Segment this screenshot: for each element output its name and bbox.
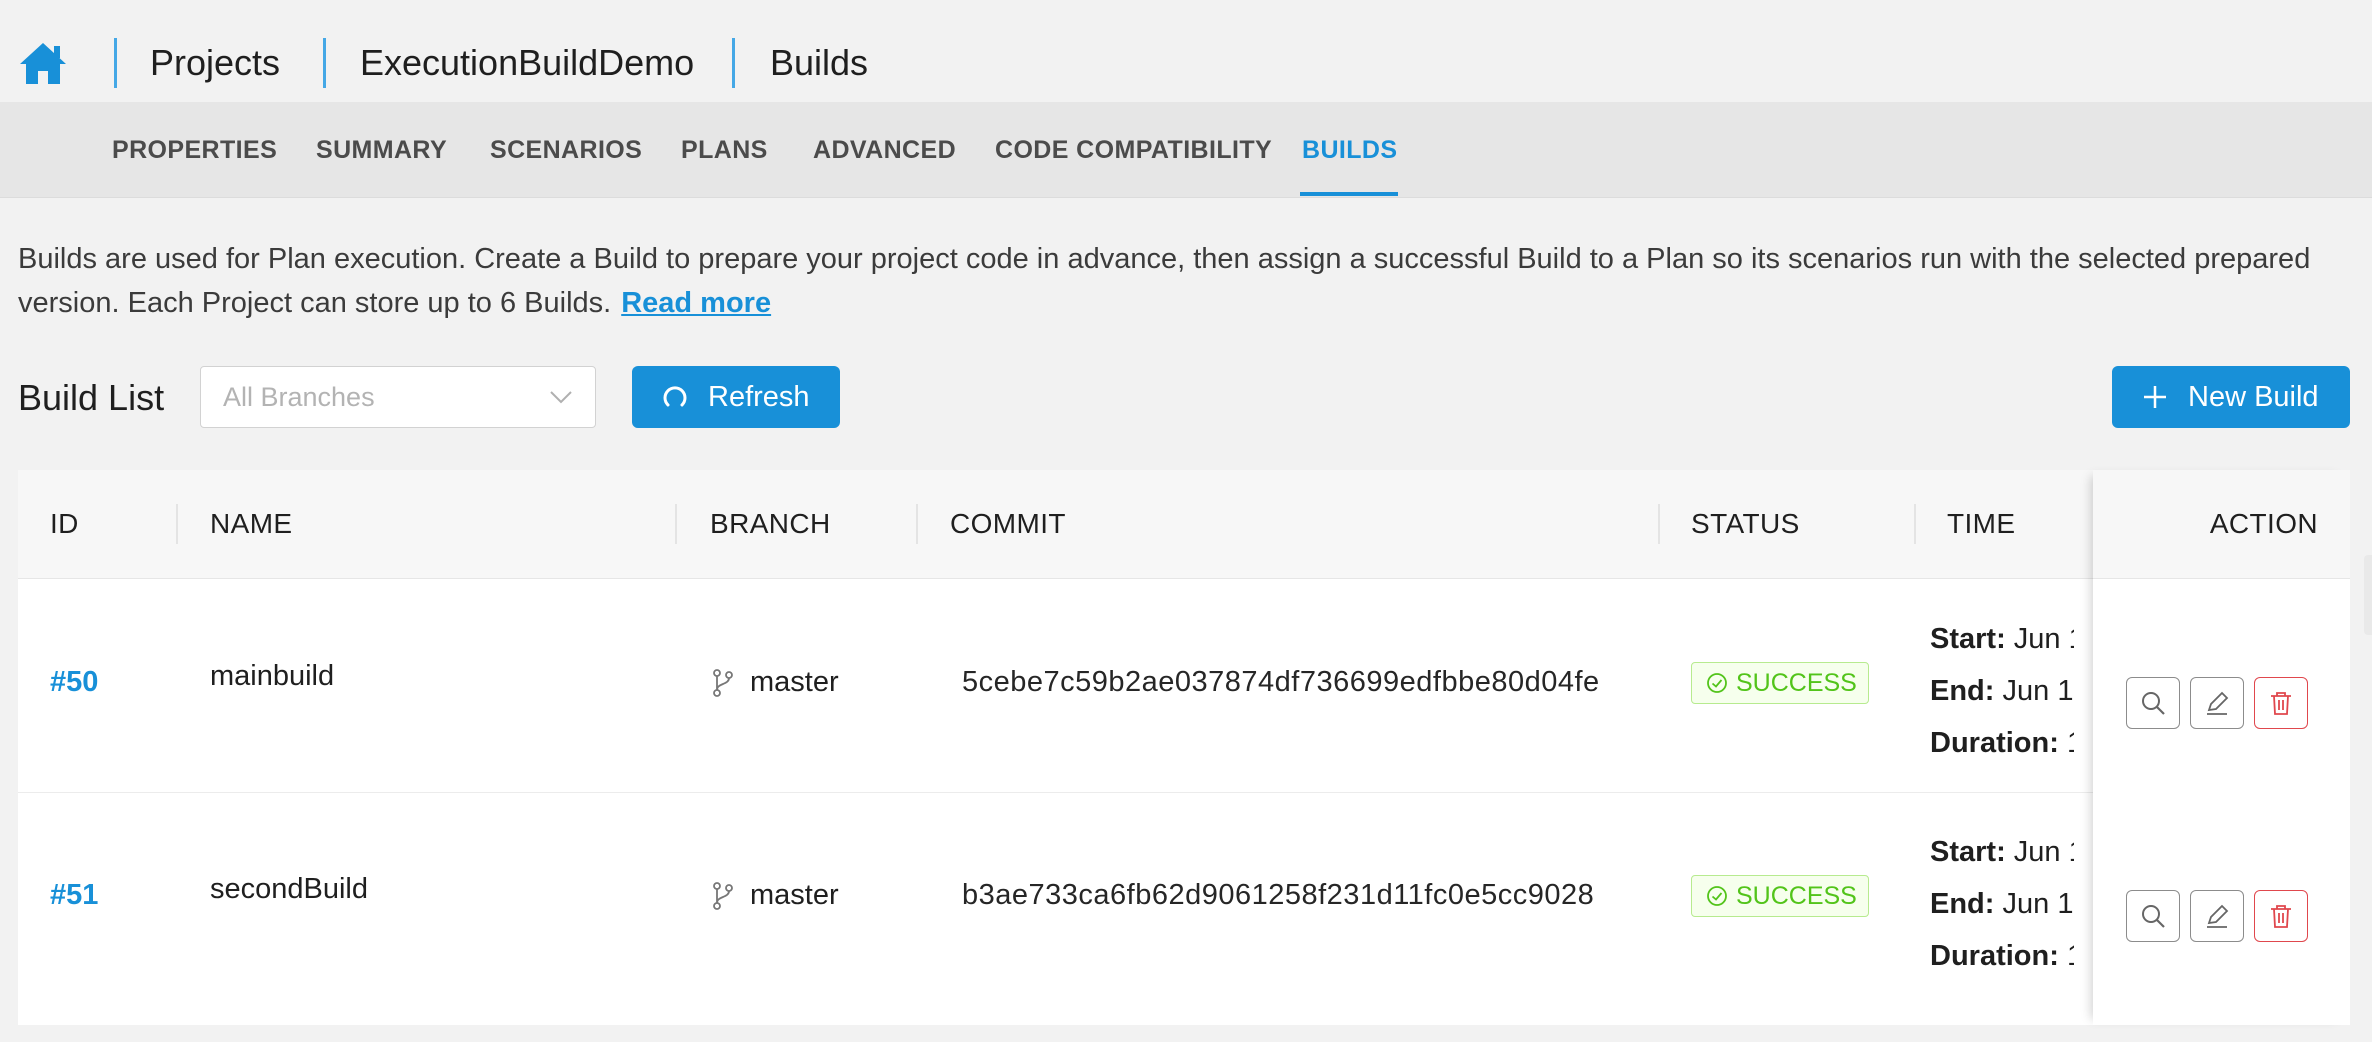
tab-summary[interactable]: SUMMARY xyxy=(316,102,447,197)
time-duration-label: Duration: xyxy=(1930,727,2059,759)
time-start-label: Start: xyxy=(1930,836,2006,868)
home-icon[interactable] xyxy=(18,40,68,86)
branch-filter-placeholder: All Branches xyxy=(223,382,375,412)
time-end-label: End: xyxy=(1930,888,1995,920)
edit-icon xyxy=(2207,904,2229,928)
breadcrumb-separator xyxy=(114,38,117,88)
view-build-button[interactable] xyxy=(2126,890,2180,942)
build-name: mainbuild xyxy=(210,660,335,692)
column-header-action-cell: ACTION xyxy=(2093,470,2350,579)
time-duration-label: Duration: xyxy=(1930,940,2059,972)
git-branch-icon xyxy=(713,669,733,697)
edit-icon xyxy=(2207,691,2229,715)
time-start-value: Jun 1 xyxy=(2013,623,2074,655)
time-duration-value: 1 xyxy=(2067,940,2074,972)
check-circle-icon xyxy=(1707,886,1727,906)
read-more-link[interactable]: Read more xyxy=(621,287,771,319)
column-divider xyxy=(916,504,918,544)
tab-bar: PROPERTIES SUMMARY SCENARIOS PLANS ADVAN… xyxy=(0,102,2372,198)
active-tab-indicator xyxy=(1300,192,1398,196)
table-header: ID NAME BRANCH COMMIT STATUS TIME xyxy=(18,470,2350,579)
action-column: ACTION xyxy=(2093,470,2350,1025)
trash-icon xyxy=(2271,692,2291,715)
delete-build-button[interactable] xyxy=(2254,890,2308,942)
scrollbar[interactable] xyxy=(2364,555,2372,635)
check-circle-icon xyxy=(1707,673,1727,693)
build-branch: master xyxy=(750,879,839,911)
edit-build-button[interactable] xyxy=(2190,890,2244,942)
tab-plans[interactable]: PLANS xyxy=(681,102,768,197)
breadcrumb: Projects ExecutionBuildDemo Builds xyxy=(0,0,2372,102)
column-header-time: TIME xyxy=(1947,508,2016,539)
build-time: Start: Jun 1 End: Jun 15 Duration: 1 xyxy=(1930,836,2074,976)
build-commit: 5cebe7c59b2ae037874df736699edfbbe80d04fe xyxy=(962,666,1600,698)
column-divider xyxy=(176,504,178,544)
table-row: #51 secondBuild master b3ae733ca6fb62d90… xyxy=(18,793,2350,1006)
builds-description: Builds are used for Plan execution. Crea… xyxy=(18,237,2348,325)
plus-icon xyxy=(2144,386,2166,408)
tab-advanced[interactable]: ADVANCED xyxy=(813,102,956,197)
git-branch-icon xyxy=(713,882,733,910)
tab-properties[interactable]: PROPERTIES xyxy=(112,102,277,197)
search-icon xyxy=(2142,692,2165,715)
search-icon xyxy=(2142,905,2165,928)
build-commit: b3ae733ca6fb62d9061258f231d11fc0e5cc9028 xyxy=(962,879,1595,911)
breadcrumb-project[interactable]: ExecutionBuildDemo xyxy=(360,40,694,86)
description-text: Builds are used for Plan execution. Crea… xyxy=(18,243,2311,319)
build-branch: master xyxy=(750,666,839,698)
breadcrumb-separator xyxy=(732,38,735,88)
build-table: ID NAME BRANCH COMMIT STATUS TIME #50 ma… xyxy=(18,470,2350,1025)
build-list-title: Build List xyxy=(18,377,165,418)
build-id-link[interactable]: #50 xyxy=(50,666,98,699)
column-header-commit: COMMIT xyxy=(950,508,1066,539)
time-end-value: Jun 15 xyxy=(2002,675,2075,707)
table-row: #50 mainbuild master 5cebe7c59b2ae037874… xyxy=(18,579,2350,793)
tab-builds[interactable]: BUILDS xyxy=(1302,102,1397,197)
chevron-down-icon xyxy=(550,391,572,404)
status-badge: SUCCESS xyxy=(1691,662,1869,704)
branch-filter-select[interactable]: All Branches xyxy=(200,366,596,428)
tab-code-compatibility[interactable]: CODE COMPATIBILITY xyxy=(995,102,1272,197)
status-text: SUCCESS xyxy=(1736,882,1857,910)
breadcrumb-builds: Builds xyxy=(770,42,869,83)
breadcrumb-separator xyxy=(323,38,326,88)
column-header-status: STATUS xyxy=(1691,508,1800,539)
column-header-name: NAME xyxy=(210,508,293,539)
status-badge: SUCCESS xyxy=(1691,875,1869,917)
build-id-link[interactable]: #51 xyxy=(50,879,98,912)
time-start-label: Start: xyxy=(1930,623,2006,655)
time-end-value: Jun 15 xyxy=(2002,888,2075,920)
column-divider xyxy=(1914,504,1916,544)
tab-scenarios[interactable]: SCENARIOS xyxy=(490,102,642,197)
view-build-button[interactable] xyxy=(2126,677,2180,729)
trash-icon xyxy=(2271,905,2291,928)
breadcrumb-projects[interactable]: Projects xyxy=(150,40,280,86)
time-end-label: End: xyxy=(1930,675,1995,707)
column-divider xyxy=(675,504,677,544)
column-divider xyxy=(1658,504,1660,544)
build-time: Start: Jun 1 End: Jun 15 Duration: 1 xyxy=(1930,623,2074,763)
new-build-button[interactable]: New Build xyxy=(2112,366,2350,428)
refresh-icon xyxy=(663,386,687,407)
column-header-id: ID xyxy=(50,508,79,539)
time-duration-value: 1 xyxy=(2067,727,2074,759)
new-build-label: New Build xyxy=(2188,381,2319,413)
column-header-branch: BRANCH xyxy=(710,508,831,539)
column-header-action: ACTION xyxy=(2209,508,2318,539)
refresh-button[interactable]: Refresh xyxy=(632,366,840,428)
build-name: secondBuild xyxy=(210,873,368,905)
delete-build-button[interactable] xyxy=(2254,677,2308,729)
edit-build-button[interactable] xyxy=(2190,677,2244,729)
time-start-value: Jun 1 xyxy=(2013,836,2074,868)
status-text: SUCCESS xyxy=(1736,669,1857,697)
refresh-label: Refresh xyxy=(708,381,810,413)
